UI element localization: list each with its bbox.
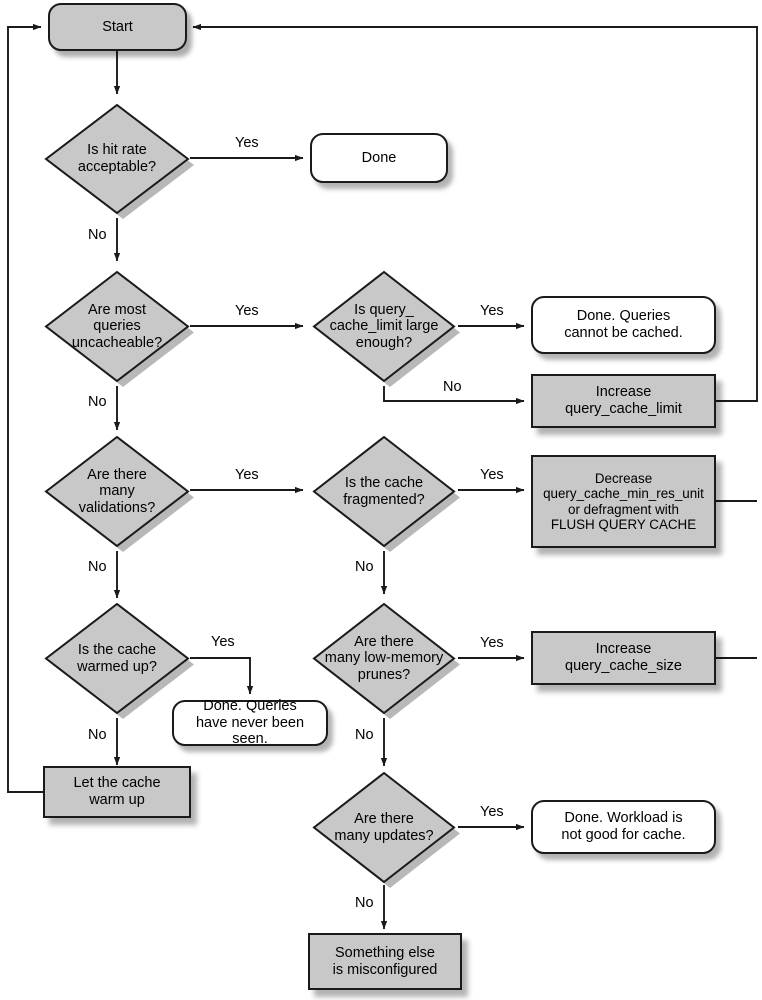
edge-label-validations-yes: Yes xyxy=(235,467,259,483)
edge-warmed-yes-done3 xyxy=(190,657,254,695)
node-are-there-many-low-memory-prunes-label: Are there many low-memory prunes? xyxy=(324,633,444,683)
node-done-cannot-be-cached-label: Done. Queries cannot be cached. xyxy=(564,308,683,341)
node-let-the-cache-warm-up[interactable]: Let the cache warm up xyxy=(43,766,191,818)
node-increase-query-cache-size[interactable]: Increase query_cache_size xyxy=(531,631,716,685)
node-are-there-many-updates[interactable]: Are there many updates? xyxy=(308,767,460,888)
edge-label-fragmented-yes: Yes xyxy=(480,467,504,483)
edge-label-qcl-no: No xyxy=(443,379,462,395)
node-is-the-cache-warmed-up-label: Is the cache warmed up? xyxy=(77,641,157,675)
node-is-hit-rate-acceptable[interactable]: Is hit rate acceptable? xyxy=(40,99,194,219)
node-done-workload-not-good-label: Done. Workload is not good for cache. xyxy=(561,810,686,843)
edge-label-uncacheable-no: No xyxy=(88,394,107,410)
node-something-else-is-misconfigured[interactable]: Something else is misconfigured xyxy=(308,933,462,990)
edge-label-qcl-yes: Yes xyxy=(480,303,504,319)
edge-label-validations-no: No xyxy=(88,559,107,575)
node-is-the-cache-warmed-up[interactable]: Is the cache warmed up? xyxy=(40,598,194,719)
node-increase-query-cache-limit-label: Increase query_cache_limit xyxy=(565,384,682,417)
node-done-never-been-seen-label: Done. Queries have never been seen. xyxy=(195,698,305,748)
node-decrease-query-cache-min-res-unit[interactable]: Decrease query_cache_min_res_unit or def… xyxy=(531,455,716,548)
node-are-most-queries-uncacheable[interactable]: Are most queries uncacheable? xyxy=(40,266,194,387)
node-are-there-many-updates-label: Are there many updates? xyxy=(334,810,434,844)
edge-label-fragmented-no: No xyxy=(355,559,374,575)
node-are-there-many-low-memory-prunes[interactable]: Are there many low-memory prunes? xyxy=(308,598,460,719)
edge-label-warmed-yes: Yes xyxy=(211,634,235,650)
node-let-the-cache-warm-up-label: Let the cache warm up xyxy=(73,775,161,808)
node-is-the-cache-fragmented[interactable]: Is the cache fragmented? xyxy=(308,431,460,552)
node-are-there-many-validations[interactable]: Are there many validations? xyxy=(40,431,194,552)
edge-label-hitrate-no: No xyxy=(88,227,107,243)
node-is-the-cache-fragmented-label: Is the cache fragmented? xyxy=(343,474,425,508)
edge-label-uncacheable-yes: Yes xyxy=(235,303,259,319)
node-is-query-cache-limit-large-enough-label: Is query_ cache_limit large enough? xyxy=(329,301,439,351)
edge-label-prunes-no: No xyxy=(355,727,374,743)
node-are-there-many-validations-label: Are there many validations? xyxy=(78,466,156,516)
node-are-most-queries-uncacheable-label: Are most queries uncacheable? xyxy=(71,301,163,351)
node-done-workload-not-good[interactable]: Done. Workload is not good for cache. xyxy=(531,800,716,854)
node-is-hit-rate-acceptable-label: Is hit rate acceptable? xyxy=(77,142,157,175)
edge-label-updates-no: No xyxy=(355,895,374,911)
node-decrease-query-cache-min-res-unit-label: Decrease query_cache_min_res_unit or def… xyxy=(543,470,704,532)
edge-label-updates-yes: Yes xyxy=(480,804,504,820)
node-increase-query-cache-size-label: Increase query_cache_size xyxy=(565,641,682,674)
node-done-never-been-seen[interactable]: Done. Queries have never been seen. xyxy=(172,698,328,748)
edge-label-warmed-no: No xyxy=(88,727,107,743)
flowchart-canvas: Start Is hit rate acceptable? Done Are m… xyxy=(0,0,762,1000)
edge-label-hitrate-yes: Yes xyxy=(235,135,259,151)
node-done-hit-rate[interactable]: Done xyxy=(310,133,448,183)
node-something-else-is-misconfigured-label: Something else is misconfigured xyxy=(332,944,438,978)
node-done-cannot-be-cached[interactable]: Done. Queries cannot be cached. xyxy=(531,296,716,354)
node-increase-query-cache-limit[interactable]: Increase query_cache_limit xyxy=(531,374,716,428)
node-start[interactable]: Start xyxy=(48,3,187,51)
node-is-query-cache-limit-large-enough[interactable]: Is query_ cache_limit large enough? xyxy=(308,266,460,387)
edge-letwarm-to-start xyxy=(7,23,43,793)
node-start-label: Start xyxy=(102,18,133,35)
node-done-hit-rate-label: Done xyxy=(361,149,397,166)
edge-label-prunes-yes: Yes xyxy=(480,635,504,651)
